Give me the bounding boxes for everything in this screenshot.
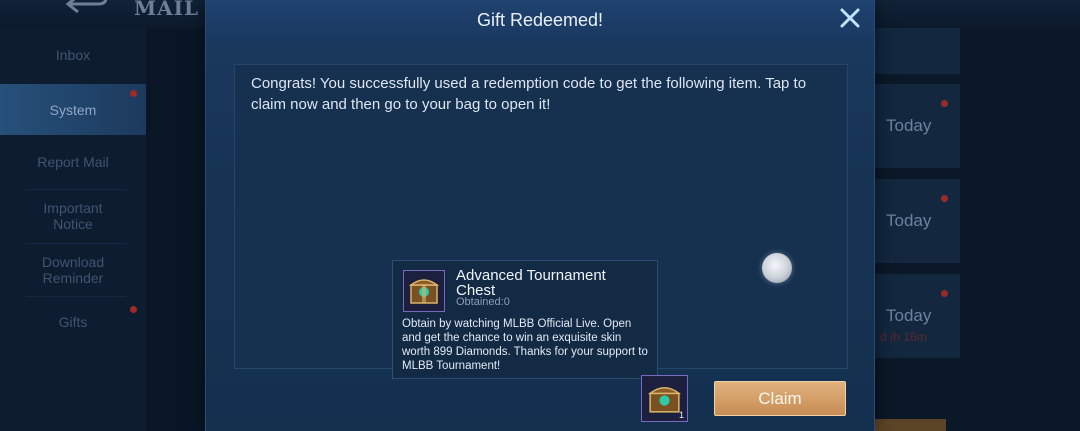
sidebar-item-system[interactable]: System xyxy=(0,84,146,135)
sidebar-divider xyxy=(26,296,126,297)
item-description: Obtain by watching MLBB Official Live. O… xyxy=(402,318,648,372)
sidebar-item-report-mail[interactable]: Report Mail xyxy=(0,146,146,178)
system-notification-dot xyxy=(130,90,137,97)
item-tooltip: Advanced Tournament Chest Obtained:0 Obt… xyxy=(392,260,658,379)
mail-list-item[interactable]: Today xyxy=(874,84,960,168)
touch-indicator xyxy=(762,253,792,283)
unread-dot xyxy=(941,100,948,107)
chest-icon xyxy=(403,270,445,312)
item-name: Advanced Tournament Chest xyxy=(456,267,606,299)
mail-title: MAIL xyxy=(134,0,200,20)
unread-dot xyxy=(941,290,948,297)
sidebar-divider xyxy=(26,243,126,244)
item-obtained: Obtained:0 xyxy=(456,296,510,308)
mail-list-item[interactable]: Today d /h 16m xyxy=(874,274,960,358)
unread-dot xyxy=(941,195,948,202)
claim-button[interactable]: Claim xyxy=(714,381,846,416)
reward-count: 1 xyxy=(678,410,684,420)
mail-list-item[interactable] xyxy=(874,28,960,74)
sidebar-item-inbox[interactable]: Inbox xyxy=(0,40,146,70)
sidebar-item-gifts[interactable]: Gifts xyxy=(0,306,146,338)
back-arrow-icon[interactable] xyxy=(64,0,110,16)
background-button xyxy=(874,419,946,431)
sidebar-divider xyxy=(26,189,126,190)
reward-item-slot[interactable]: 1 xyxy=(641,375,688,422)
gifts-notification-dot xyxy=(130,306,137,313)
close-icon[interactable] xyxy=(838,6,862,30)
dialog-title: Gift Redeemed! xyxy=(476,10,604,30)
sidebar-item-download-reminder[interactable]: Download Reminder xyxy=(0,252,163,288)
mail-list-item[interactable]: Today xyxy=(874,179,960,263)
message-text: Congrats! You successfully used a redemp… xyxy=(251,75,807,113)
sidebar-item-important-notice[interactable]: Important Notice xyxy=(0,198,163,234)
